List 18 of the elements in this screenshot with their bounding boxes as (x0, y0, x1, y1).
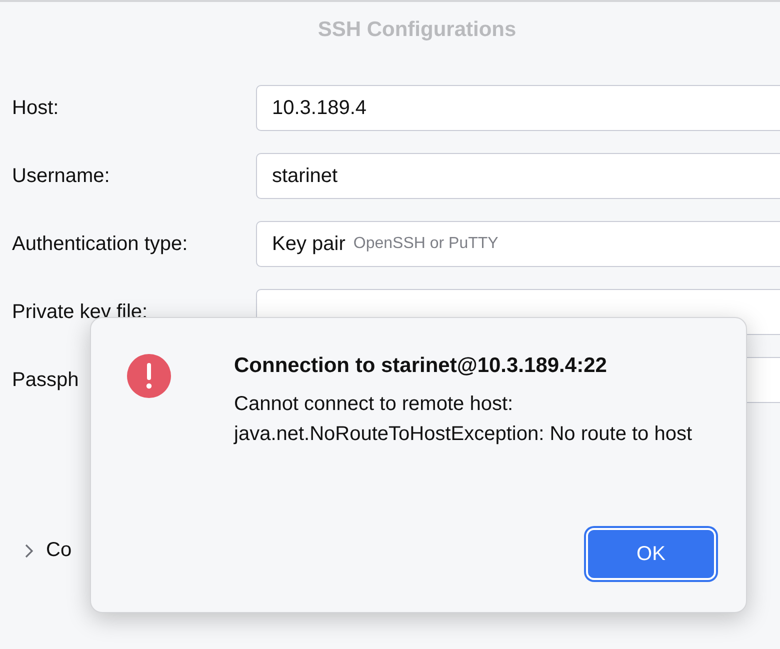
field-label: Passph (12, 368, 79, 392)
input-field[interactable]: starinet (256, 153, 780, 199)
option-hint: OpenSSH or PuTTY (353, 235, 498, 253)
dialog-message: Cannot connect to remote host: java.net.NoRouteToHostException: No route to host (234, 392, 694, 446)
dropdown[interactable]: Key pair OpenSSH or PuTTY (256, 221, 780, 267)
section-title[interactable]: Co (46, 539, 72, 562)
input-field[interactable]: 10.3.189.4 (256, 85, 780, 131)
field-value: 10.3.189.4 (272, 96, 367, 120)
chevron-icon[interactable] (24, 542, 34, 558)
ok-button[interactable]: OK (586, 528, 716, 580)
field-label: Username: (12, 164, 110, 188)
field-label: Authentication type: (12, 232, 188, 256)
field-label: Host: (12, 96, 59, 120)
field-value: starinet (272, 164, 338, 188)
error-icon (127, 354, 171, 398)
selected-value: Key pair (272, 232, 346, 256)
window-title: SSH Configurations (316, 17, 518, 42)
dialog-title: Connection to starinet@10.3.189.4:22 (234, 354, 608, 378)
